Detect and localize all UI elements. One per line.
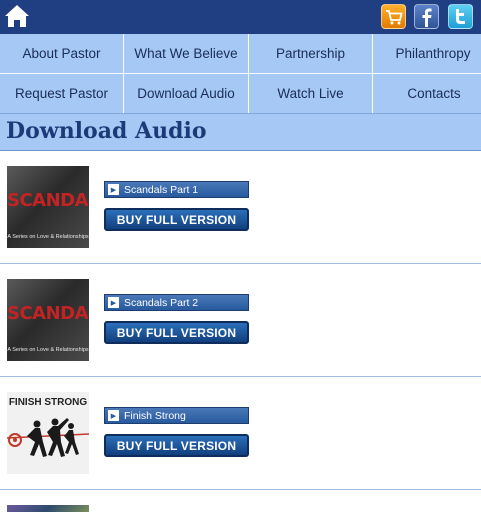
track-title: Scandals Part 1 — [124, 183, 199, 196]
album-thumbnail[interactable]: FINISH STRONG — [7, 392, 89, 474]
track-title: Scandals Part 2 — [124, 296, 199, 309]
nav-item-watch-live[interactable]: Watch Live — [249, 74, 372, 113]
buy-full-version-button[interactable]: BUY FULL VERSION — [104, 208, 249, 231]
thumbnail-title: FINISH STRONG — [8, 397, 88, 408]
nav-item-contacts[interactable]: Contacts — [373, 74, 481, 113]
nav-item-what-we-believe[interactable]: What We Believe — [124, 34, 248, 73]
thumbnail-title: SCANDALS — [7, 190, 89, 211]
facebook-icon[interactable] — [414, 4, 439, 29]
play-icon: ▶ — [108, 297, 119, 308]
thumbnail-subtitle: A Series on Love & Relationships — [7, 234, 89, 240]
cart-icon[interactable] — [381, 4, 406, 29]
runners-illustration — [7, 418, 89, 457]
item-divider — [0, 263, 481, 264]
play-track-button[interactable]: ▶ Scandals Part 2 — [104, 294, 249, 311]
track-title: Finish Strong — [124, 409, 186, 422]
play-track-button[interactable]: ▶ Scandals Part 1 — [104, 181, 249, 198]
album-thumbnail[interactable]: SCANDALS A Series on Love & Relationship… — [7, 279, 89, 361]
home-icon[interactable] — [4, 4, 30, 28]
page-title: Download Audio — [6, 118, 207, 144]
nav-item-philanthropy[interactable]: Philanthropy — [373, 34, 481, 73]
album-thumbnail[interactable] — [7, 505, 89, 512]
twitter-icon[interactable] — [448, 4, 473, 29]
thumbnail-title: SCANDALS — [7, 303, 89, 324]
top-bar — [0, 0, 481, 34]
play-icon: ▶ — [108, 184, 119, 195]
nav-item-request-pastor[interactable]: Request Pastor — [0, 74, 123, 113]
play-track-button[interactable]: ▶ Finish Strong — [104, 407, 249, 424]
buy-full-version-button[interactable]: BUY FULL VERSION — [104, 321, 249, 344]
item-divider — [0, 489, 481, 490]
buy-full-version-button[interactable]: BUY FULL VERSION — [104, 434, 249, 457]
play-icon: ▶ — [108, 410, 119, 421]
page-heading-bar: Download Audio — [0, 113, 481, 151]
nav-item-partnership[interactable]: Partnership — [249, 34, 372, 73]
item-divider — [0, 376, 481, 377]
album-thumbnail[interactable]: SCANDALS A Series on Love & Relationship… — [7, 166, 89, 248]
nav-item-about-pastor[interactable]: About Pastor — [0, 34, 123, 73]
nav-item-download-audio[interactable]: Download Audio — [124, 74, 248, 113]
thumbnail-subtitle: A Series on Love & Relationships — [7, 347, 89, 353]
